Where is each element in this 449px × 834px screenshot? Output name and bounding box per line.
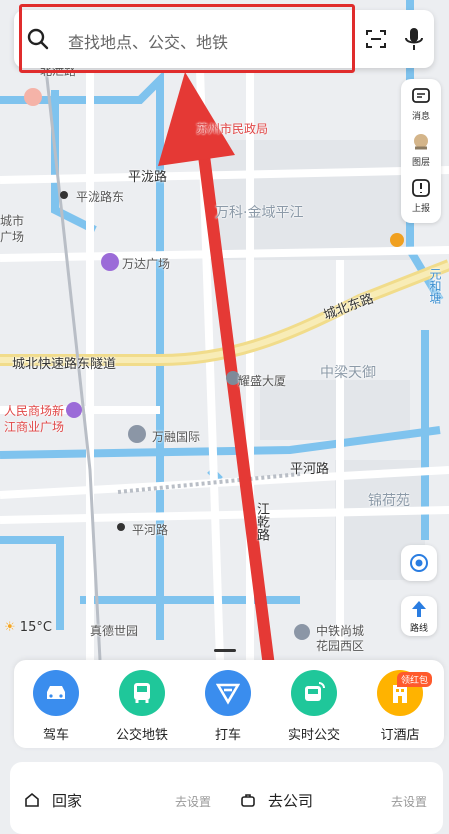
map-label-tunnel: 城北快速路东隧道 [12,357,117,372]
map-label-jiangqian: 江乾路 [254,502,269,541]
work-set-link[interactable]: 去设置 [391,793,427,810]
layers-label: 图层 [411,158,430,168]
locate-button[interactable] [401,545,437,581]
map-label-left-edge-1: 城市 [0,214,25,228]
map-label-pinghe-road: 平河路 [290,462,330,477]
map-label-pinghe-station: 平河路 [132,523,169,537]
layers-icon [414,134,428,150]
map-label-yuanhe: 元和塘 [428,268,442,304]
map-label-renmin-mall: 人民商场新 [4,404,65,418]
map-label-jiang-plaza: 江商业广场 [4,420,65,434]
taxi-label: 打车 [214,728,241,743]
message-button[interactable]: 消息 [401,81,441,127]
map-label-yaosheng: 耀盛大厦 [238,374,287,388]
report-label: 上报 [411,204,430,214]
route-icon [412,601,426,617]
sun-icon: ☀ [4,620,16,635]
microphone-icon[interactable] [402,26,426,52]
realtime-bus-icon [291,670,337,716]
map-label-jinhe: 锦荷苑 [368,493,410,509]
weather-temp: 15°C [19,620,52,635]
map-label-pinglong-station: 平泷路东 [76,190,125,204]
home-label[interactable]: 回家 [52,790,82,811]
shortcuts-panel: 回家 去设置 去公司 去设置 [10,762,443,834]
map-label-left-edge-2: 广场 [0,230,25,244]
hotel-label: 订酒店 [380,728,420,743]
home-set-link[interactable]: 去设置 [175,793,211,810]
map-label-wanrong: 万融国际 [152,430,201,444]
realtime-bus-label: 实时公交 [287,728,340,743]
map-label-garden-west: 花园西区 [316,639,365,653]
message-icon [412,88,430,103]
map-label-gov: 苏州市民政局 [196,122,269,136]
map-label-pinglong-road: 平泷路 [128,170,168,185]
car-icon [33,670,79,716]
work-label[interactable]: 去公司 [268,790,313,811]
report-icon [412,179,430,197]
locate-icon [410,554,428,572]
transit-label: 公交地铁 [115,728,168,743]
briefcase-icon [241,794,255,807]
red-packet-badge: 领红包 [397,672,433,687]
taxi-button[interactable]: 打车 [188,670,268,743]
weather-widget[interactable]: ☀ 15°C [4,620,52,635]
map-side-panel: 消息 图层 上报 [401,79,441,223]
layers-button[interactable]: 图层 [401,127,441,173]
taxi-icon [205,670,251,716]
drive-label: 驾车 [42,728,69,743]
map-label-wanda: 万达广场 [122,257,171,271]
quick-actions-dock: 驾车 公交地铁 打车 实时公交 订酒店 [14,660,444,748]
bus-icon [119,670,165,716]
route-label: 路线 [409,624,428,634]
report-button[interactable]: 上报 [401,173,441,219]
home-icon [25,792,39,807]
realtime-bus-button[interactable]: 实时公交 [274,670,354,743]
sheet-handle[interactable] [214,649,236,652]
scan-icon[interactable] [364,27,388,51]
transit-button[interactable]: 公交地铁 [102,670,182,743]
route-button[interactable]: 路线 [401,596,437,636]
map-label-zhongliang: 中梁天御 [320,365,376,381]
drive-button[interactable]: 驾车 [16,670,96,743]
message-label: 消息 [411,112,430,122]
map-label-zhendezhi: 真德世园 [90,624,139,638]
search-highlight-box [19,4,355,73]
map-label-wanke: 万科·金域平江 [215,205,304,221]
